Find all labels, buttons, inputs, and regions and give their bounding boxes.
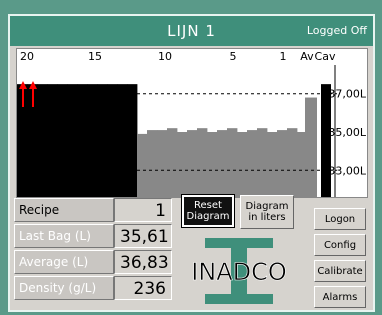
x-tick-label: 15 (88, 50, 102, 63)
y-tick-label: 35,00L (328, 126, 366, 139)
chart-bar (147, 130, 158, 197)
average-bar (305, 97, 317, 197)
chart-bar (237, 132, 248, 197)
inadco-logo: INADCO (191, 238, 287, 304)
alarms-button[interactable]: Alarms (314, 286, 366, 308)
chart-bar (267, 132, 278, 197)
chart-bar (287, 128, 298, 197)
chart-bar (67, 84, 78, 197)
chart-bar (47, 84, 58, 197)
chart-bar (87, 84, 98, 197)
density-value: 236 (114, 276, 172, 300)
last-bag-value: 35,61 (114, 224, 172, 248)
recipe-label: Recipe (14, 198, 114, 222)
average-value: 36,83 (114, 250, 172, 274)
recipe-value: 1 (114, 198, 172, 222)
chart-bar (137, 133, 148, 197)
reset-diagram-button[interactable]: Reset Diagram (181, 194, 235, 228)
config-button[interactable]: Config (314, 234, 366, 256)
chart-bar (37, 84, 48, 197)
logo-text: INADCO (191, 258, 287, 286)
x-tick-label: Cav (315, 50, 336, 63)
chart-canvas: 20 15 10 5 1 Av Cav 37,00L 35,00L 33,00L (17, 50, 367, 197)
chart-bar (247, 130, 258, 197)
bag-volume-chart: 20 15 10 5 1 Av Cav 37,00L 35,00L 33,00L (16, 48, 368, 198)
chart-bar (277, 130, 288, 197)
chart-bar (167, 128, 178, 197)
chart-bar (157, 130, 168, 197)
x-tick-label: 20 (20, 50, 34, 63)
chart-bar (197, 128, 208, 197)
density-label: Density (g/L) (14, 276, 114, 300)
chart-bar (127, 84, 138, 197)
last-bag-label: Last Bag (L) (14, 224, 114, 248)
chart-bar (187, 130, 198, 197)
chart-bar (57, 84, 68, 197)
chart-bar (227, 128, 238, 197)
chart-bar (107, 84, 118, 197)
diagram-in-liters-button[interactable]: Diagram in liters (240, 195, 294, 229)
average-label: Average (L) (14, 250, 114, 274)
main-panel: LIJN 1 Logged Off 20 15 10 5 1 Av Cav 37,00L 35,… (8, 14, 375, 312)
chart-bar (217, 130, 228, 197)
x-tick-label: 5 (230, 50, 237, 63)
calibrate-button[interactable]: Calibrate (314, 260, 366, 282)
chart-bar (207, 132, 218, 197)
current-average-bar (321, 84, 331, 197)
title-bar: LIJN 1 Logged Off (10, 16, 373, 46)
chart-bar (257, 128, 268, 197)
chart-bar (177, 132, 188, 197)
chart-bar (117, 84, 128, 197)
y-tick-label: 33,00L (328, 164, 366, 177)
y-tick-label: 37,00L (328, 88, 366, 101)
x-tick-label: 10 (158, 50, 172, 63)
login-status: Logged Off (306, 24, 367, 37)
chart-bar (77, 84, 88, 197)
x-tick-label: 1 (280, 50, 287, 63)
x-tick-label: Av (300, 50, 314, 63)
logon-button[interactable]: Logon (314, 208, 366, 230)
chart-bar (97, 84, 108, 197)
